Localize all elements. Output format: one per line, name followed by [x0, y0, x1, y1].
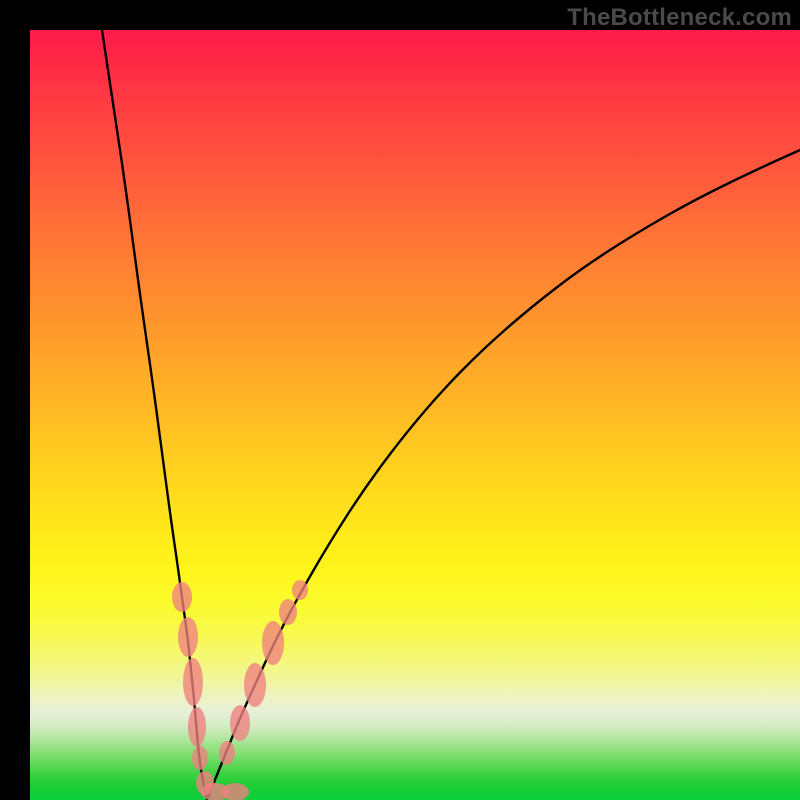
- marker-group: [172, 580, 308, 800]
- marker-point: [178, 617, 198, 657]
- marker-point: [262, 621, 284, 665]
- marker-point: [279, 599, 297, 625]
- plot-area: [30, 30, 800, 800]
- chart-svg: [30, 30, 800, 800]
- marker-point: [221, 783, 249, 800]
- marker-point: [192, 746, 208, 770]
- marker-point: [292, 580, 308, 600]
- marker-point: [172, 582, 192, 612]
- watermark-text: TheBottleneck.com: [567, 4, 792, 32]
- chart-frame: TheBottleneck.com: [0, 0, 800, 800]
- marker-point: [230, 705, 250, 741]
- marker-point: [183, 658, 203, 706]
- marker-point: [188, 707, 206, 747]
- marker-point: [244, 663, 266, 707]
- curve-right-branch: [207, 150, 800, 799]
- marker-point: [219, 741, 235, 765]
